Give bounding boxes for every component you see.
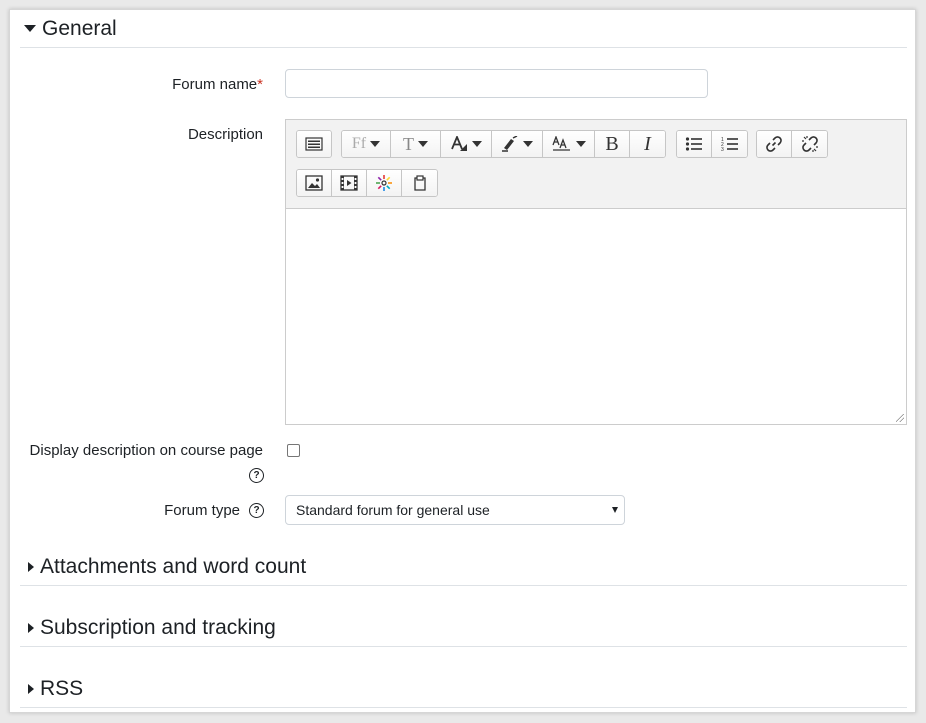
editor-toolbar: Ff T B I 1 2 3 [286, 120, 906, 209]
section-rss-title: RSS [40, 676, 84, 700]
paste-icon [413, 175, 426, 191]
toolbar-group-collapse [296, 130, 332, 158]
italic-button[interactable]: I [630, 131, 665, 157]
font-color-button[interactable] [441, 131, 492, 157]
dropdown-arrow-icon [472, 141, 482, 147]
toolbar-group-files [296, 169, 438, 197]
background-color-icon [502, 136, 518, 152]
ordered-list-button[interactable]: 1 2 3 [712, 131, 747, 157]
media-icon [340, 175, 358, 191]
forum-name-label-text: Forum name [172, 76, 258, 93]
section-subscription-title: Subscription and tracking [40, 615, 276, 639]
required-marker: * [257, 76, 263, 93]
bold-icon: B [605, 132, 619, 155]
font-family-button[interactable]: Ff [342, 131, 391, 157]
display-description-label: Display description on course page [29, 442, 263, 459]
caret-right-icon [28, 683, 34, 694]
section-attachments-header[interactable]: Attachments and word count [20, 548, 907, 586]
section-general-title: General [42, 16, 117, 40]
caret-down-icon [24, 25, 36, 32]
unordered-list-button[interactable] [677, 131, 712, 157]
section-attachments-title: Attachments and word count [40, 554, 307, 578]
toolbar-group-style: Ff T B I [341, 130, 666, 158]
unlink-icon [801, 136, 818, 152]
link-icon [766, 136, 782, 152]
dropdown-arrow-icon [418, 141, 428, 147]
dropdown-arrow-icon [575, 141, 586, 147]
section-subscription-header[interactable]: Subscription and tracking [20, 609, 907, 647]
toolbar-toggle-icon [305, 137, 323, 151]
svg-text:3: 3 [721, 147, 724, 152]
image-button[interactable] [297, 170, 332, 196]
help-icon[interactable]: ? [249, 468, 264, 483]
editor-content-area[interactable] [286, 209, 906, 424]
select-arrow-icon [612, 507, 618, 513]
font-family-icon: Ff [351, 135, 367, 152]
equation-icon [376, 175, 392, 191]
toolbar-toggle-button[interactable] [297, 131, 331, 157]
dropdown-arrow-icon [370, 141, 381, 147]
forum-name-input[interactable] [285, 69, 708, 98]
equation-button[interactable] [367, 170, 402, 196]
help-icon-glyph: ? [253, 470, 260, 481]
font-size-icon: T [403, 133, 414, 154]
help-icon[interactable]: ? [249, 503, 264, 518]
forum-type-select[interactable]: Standard forum for general use [285, 495, 625, 525]
caret-right-icon [28, 622, 34, 633]
font-color-icon [451, 136, 467, 151]
text-style-icon [551, 136, 570, 151]
form-card: General Forum name* Description Ff T B I… [9, 9, 916, 713]
ordered-list-icon: 1 2 3 [721, 137, 738, 152]
text-style-button[interactable] [543, 131, 595, 157]
caret-right-icon [28, 561, 34, 572]
image-icon [305, 175, 323, 191]
description-editor: Ff T B I 1 2 3 [285, 119, 907, 425]
description-label: Description [187, 126, 263, 143]
section-general-header[interactable]: General [20, 10, 907, 48]
link-button[interactable] [757, 131, 792, 157]
help-icon-glyph: ? [253, 505, 260, 516]
section-rss-header[interactable]: RSS [20, 670, 907, 708]
unlink-button[interactable] [792, 131, 827, 157]
italic-icon: I [644, 132, 651, 155]
forum-type-selected: Standard forum for general use [296, 502, 490, 518]
paste-button[interactable] [402, 170, 437, 196]
toolbar-group-links [756, 130, 828, 158]
font-size-button[interactable]: T [391, 131, 441, 157]
bold-button[interactable]: B [595, 131, 630, 157]
toolbar-group-list: 1 2 3 [676, 130, 748, 158]
dropdown-arrow-icon [523, 141, 533, 147]
forum-type-label: Forum type [164, 502, 240, 519]
resize-handle-icon[interactable] [896, 414, 904, 422]
display-description-checkbox[interactable] [287, 444, 300, 457]
forum-name-label: Forum name* [172, 76, 263, 93]
background-color-button[interactable] [492, 131, 543, 157]
media-button[interactable] [332, 170, 367, 196]
unordered-list-icon [685, 137, 702, 151]
